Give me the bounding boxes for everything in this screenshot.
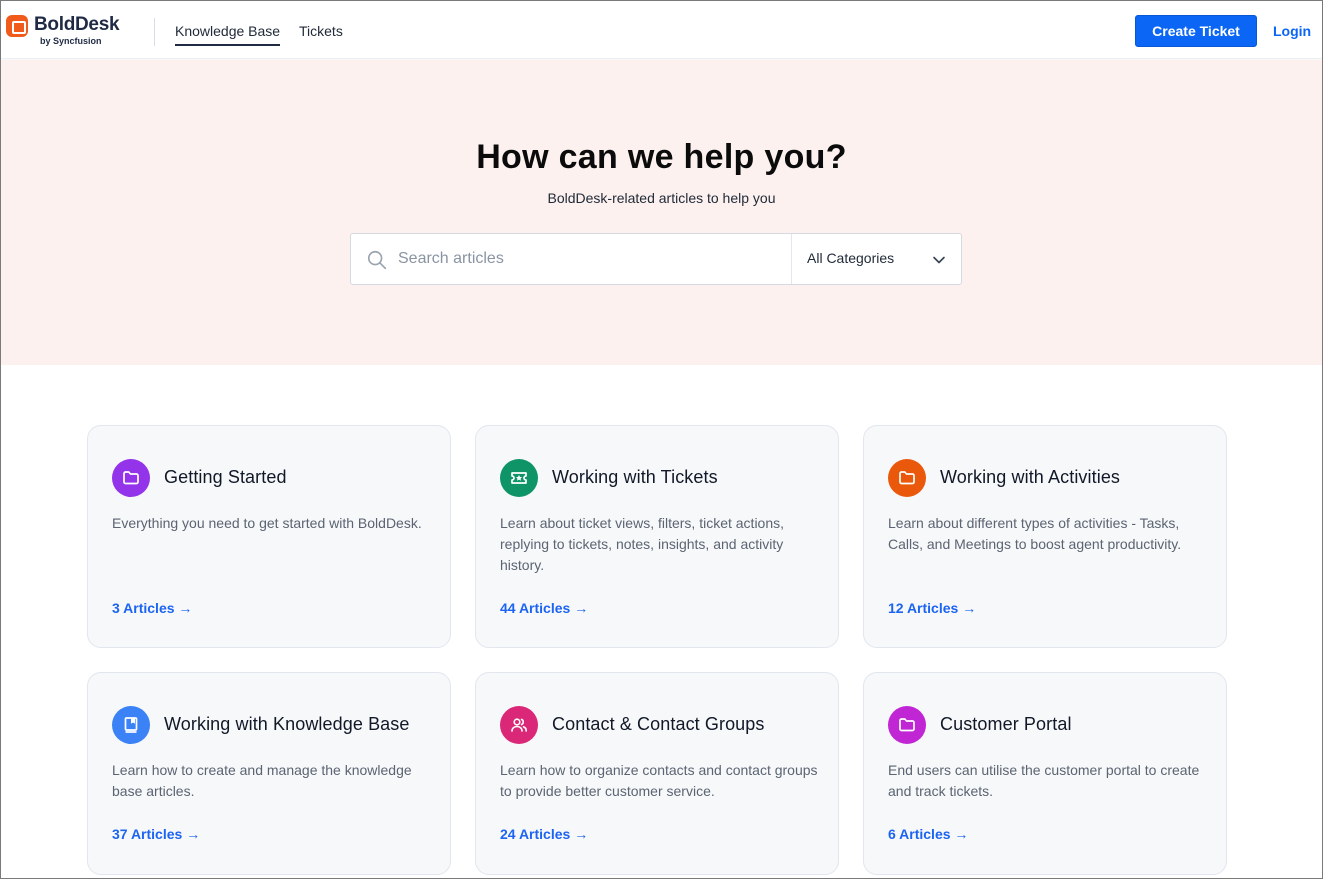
arrow-right-icon: → bbox=[574, 600, 589, 616]
category-title: Working with Tickets bbox=[552, 467, 718, 487]
articles-link[interactable]: 37 Articles → bbox=[112, 826, 200, 842]
folder-icon bbox=[112, 459, 150, 497]
arrow-right-icon: → bbox=[186, 826, 201, 842]
page-title: How can we help you? bbox=[476, 138, 847, 176]
category-card-getting-started[interactable]: Getting Started Everything you need to g… bbox=[87, 425, 451, 648]
users-icon bbox=[500, 706, 538, 744]
category-description: Learn about different types of activitie… bbox=[888, 515, 1182, 552]
category-description: End users can utilise the customer porta… bbox=[888, 762, 1200, 799]
search-bar: All Categories bbox=[350, 233, 962, 285]
category-card-working-with-knowledge-base[interactable]: Working with Knowledge Base Learn how to… bbox=[87, 672, 451, 875]
articles-count: 44 Articles bbox=[500, 600, 571, 616]
category-card-contact-groups[interactable]: Contact & Contact Groups Learn how to or… bbox=[475, 672, 839, 875]
bolddesk-logo[interactable]: BoldDesk by Syncfusion bbox=[6, 14, 136, 48]
category-description: Learn about ticket views, filters, ticke… bbox=[500, 515, 785, 573]
articles-link[interactable]: 44 Articles → bbox=[500, 600, 588, 616]
brand-name: BoldDesk bbox=[34, 14, 120, 35]
category-title: Contact & Contact Groups bbox=[552, 714, 765, 734]
articles-count: 37 Articles bbox=[112, 826, 183, 842]
chevron-down-icon bbox=[933, 256, 945, 264]
category-description: Learn how to organize contacts and conta… bbox=[500, 762, 818, 799]
category-card-customer-portal[interactable]: Customer Portal End users can utilise th… bbox=[863, 672, 1227, 875]
category-description: Learn how to create and manage the knowl… bbox=[112, 762, 412, 799]
arrow-right-icon: → bbox=[574, 826, 589, 842]
top-header: BoldDesk by Syncfusion Knowledge Base Ti… bbox=[1, 1, 1322, 59]
search-icon bbox=[367, 250, 387, 270]
category-card-working-with-tickets[interactable]: Working with Tickets Learn about ticket … bbox=[475, 425, 839, 648]
header-divider bbox=[154, 18, 155, 46]
search-input[interactable] bbox=[398, 235, 788, 283]
articles-count: 3 Articles bbox=[112, 600, 175, 616]
category-title: Working with Knowledge Base bbox=[164, 714, 410, 734]
arrow-right-icon: → bbox=[954, 826, 969, 842]
articles-link[interactable]: 12 Articles → bbox=[888, 600, 976, 616]
articles-link[interactable]: 3 Articles → bbox=[112, 600, 192, 616]
category-select[interactable]: All Categories bbox=[791, 234, 961, 284]
nav-knowledge-base[interactable]: Knowledge Base bbox=[175, 23, 281, 46]
folder-icon bbox=[888, 706, 926, 744]
category-title: Working with Activities bbox=[940, 467, 1121, 487]
category-card-working-with-activities[interactable]: Working with Activities Learn about diff… bbox=[863, 425, 1227, 648]
articles-count: 6 Articles bbox=[888, 826, 951, 842]
category-title: Customer Portal bbox=[940, 714, 1072, 734]
book-icon bbox=[112, 706, 150, 744]
login-link[interactable]: Login bbox=[1273, 23, 1311, 39]
bolddesk-logo-icon bbox=[6, 15, 28, 37]
nav-tickets[interactable]: Tickets bbox=[299, 23, 343, 39]
arrow-right-icon: → bbox=[962, 600, 977, 616]
create-ticket-button[interactable]: Create Ticket bbox=[1135, 15, 1257, 47]
hero-section: How can we help you? BoldDesk-related ar… bbox=[1, 60, 1322, 365]
articles-link[interactable]: 24 Articles → bbox=[500, 826, 588, 842]
arrow-right-icon: → bbox=[178, 600, 193, 616]
articles-link[interactable]: 6 Articles → bbox=[888, 826, 968, 842]
folder-icon bbox=[888, 459, 926, 497]
category-description: Everything you need to get started with … bbox=[112, 515, 422, 531]
category-select-value: All Categories bbox=[807, 250, 895, 266]
articles-count: 24 Articles bbox=[500, 826, 571, 842]
ticket-icon bbox=[500, 459, 538, 497]
page-subtitle: BoldDesk-related articles to help you bbox=[547, 190, 776, 206]
articles-count: 12 Articles bbox=[888, 600, 959, 616]
brand-byline: by Syncfusion bbox=[40, 36, 102, 46]
category-title: Getting Started bbox=[164, 467, 287, 487]
